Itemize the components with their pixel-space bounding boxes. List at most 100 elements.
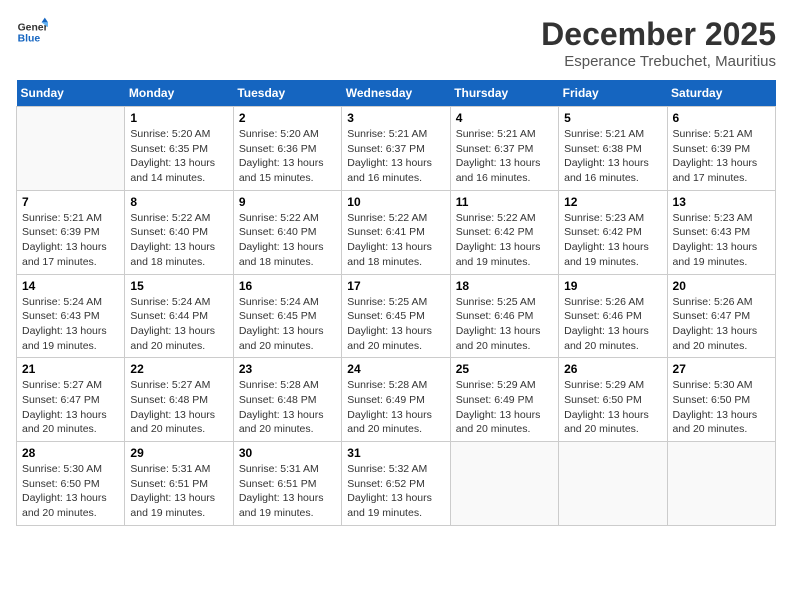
calendar-cell: 3 Sunrise: 5:21 AM Sunset: 6:37 PM Daylig…: [342, 107, 450, 191]
calendar-cell: 4 Sunrise: 5:21 AM Sunset: 6:37 PM Daylig…: [450, 107, 558, 191]
weekday-header-wednesday: Wednesday: [342, 80, 450, 107]
weekday-header-sunday: Sunday: [17, 80, 125, 107]
weekday-header-friday: Friday: [559, 80, 667, 107]
day-info: Sunrise: 5:27 AM Sunset: 6:47 PM Dayligh…: [22, 378, 119, 437]
week-row-5: 28Sunrise: 5:30 AM Sunset: 6:50 PM Dayli…: [17, 442, 776, 526]
day-info: Sunrise: 5:32 AM Sunset: 6:52 PM Dayligh…: [347, 462, 444, 521]
logo: General Blue: [16, 16, 48, 48]
day-number: 25: [456, 362, 553, 376]
day-number: 15: [130, 279, 227, 293]
day-number: 9: [239, 195, 336, 209]
day-number: 20: [673, 279, 770, 293]
day-info: Sunrise: 5:22 AM Sunset: 6:42 PM Dayligh…: [456, 211, 553, 270]
calendar-cell: 16Sunrise: 5:24 AM Sunset: 6:45 PM Dayli…: [233, 274, 341, 358]
weekday-header-saturday: Saturday: [667, 80, 775, 107]
calendar-cell: 29 Sunrise: 5:31 AM Sunset: 6:51 PM Dayli…: [125, 442, 233, 526]
day-info: Sunrise: 5:28 AM Sunset: 6:49 PM Dayligh…: [347, 378, 444, 437]
day-number: 3: [347, 111, 444, 125]
day-info: Sunrise: 5:26 AM Sunset: 6:46 PM Dayligh…: [564, 295, 661, 354]
day-info: Sunrise: 5:30 AM Sunset: 6:50 PM Dayligh…: [673, 378, 770, 437]
day-number: 21: [22, 362, 119, 376]
calendar-cell: 12Sunrise: 5:23 AM Sunset: 6:42 PM Dayli…: [559, 190, 667, 274]
day-info: Sunrise: 5:21 AM Sunset: 6:37 PM Dayligh…: [347, 127, 444, 186]
day-number: 29: [130, 446, 227, 460]
day-info: Sunrise: 5:24 AM Sunset: 6:43 PM Dayligh…: [22, 295, 119, 354]
calendar-cell: 24 Sunrise: 5:28 AM Sunset: 6:49 PM Dayli…: [342, 358, 450, 442]
calendar-cell: 14 Sunrise: 5:24 AM Sunset: 6:43 PM Dayli…: [17, 274, 125, 358]
day-number: 27: [673, 362, 770, 376]
calendar-cell: 27 Sunrise: 5:30 AM Sunset: 6:50 PM Dayli…: [667, 358, 775, 442]
calendar-cell: 21 Sunrise: 5:27 AM Sunset: 6:47 PM Dayli…: [17, 358, 125, 442]
calendar-cell: 5Sunrise: 5:21 AM Sunset: 6:38 PM Daylig…: [559, 107, 667, 191]
day-number: 13: [673, 195, 770, 209]
calendar-cell: 30 Sunrise: 5:31 AM Sunset: 6:51 PM Dayli…: [233, 442, 341, 526]
logo-icon: General Blue: [16, 16, 48, 48]
day-info: Sunrise: 5:26 AM Sunset: 6:47 PM Dayligh…: [673, 295, 770, 354]
calendar-cell: 7 Sunrise: 5:21 AM Sunset: 6:39 PM Daylig…: [17, 190, 125, 274]
day-info: Sunrise: 5:23 AM Sunset: 6:42 PM Dayligh…: [564, 211, 661, 270]
day-number: 6: [673, 111, 770, 125]
week-row-4: 21 Sunrise: 5:27 AM Sunset: 6:47 PM Dayli…: [17, 358, 776, 442]
day-number: 28: [22, 446, 119, 460]
weekday-header-thursday: Thursday: [450, 80, 558, 107]
day-info: Sunrise: 5:24 AM Sunset: 6:44 PM Dayligh…: [130, 295, 227, 354]
day-info: Sunrise: 5:31 AM Sunset: 6:51 PM Dayligh…: [239, 462, 336, 521]
day-number: 19: [564, 279, 661, 293]
location-subtitle: Esperance Trebuchet, Mauritius: [541, 53, 776, 70]
day-number: 22: [130, 362, 227, 376]
calendar-table: SundayMondayTuesdayWednesdayThursdayFrid…: [16, 80, 776, 526]
day-info: Sunrise: 5:28 AM Sunset: 6:48 PM Dayligh…: [239, 378, 336, 437]
calendar-cell: [559, 442, 667, 526]
day-number: 31: [347, 446, 444, 460]
day-info: Sunrise: 5:31 AM Sunset: 6:51 PM Dayligh…: [130, 462, 227, 521]
day-info: Sunrise: 5:29 AM Sunset: 6:49 PM Dayligh…: [456, 378, 553, 437]
calendar-cell: 6Sunrise: 5:21 AM Sunset: 6:39 PM Daylig…: [667, 107, 775, 191]
calendar-cell: 17 Sunrise: 5:25 AM Sunset: 6:45 PM Dayli…: [342, 274, 450, 358]
month-title: December 2025: [541, 16, 776, 53]
day-info: Sunrise: 5:24 AM Sunset: 6:45 PM Dayligh…: [239, 295, 336, 354]
calendar-cell: [667, 442, 775, 526]
calendar-cell: 31 Sunrise: 5:32 AM Sunset: 6:52 PM Dayli…: [342, 442, 450, 526]
day-number: 11: [456, 195, 553, 209]
day-info: Sunrise: 5:25 AM Sunset: 6:46 PM Dayligh…: [456, 295, 553, 354]
day-info: Sunrise: 5:22 AM Sunset: 6:40 PM Dayligh…: [130, 211, 227, 270]
day-number: 7: [22, 195, 119, 209]
day-number: 14: [22, 279, 119, 293]
title-area: December 2025 Esperance Trebuchet, Mauri…: [541, 16, 776, 70]
calendar-cell: 22Sunrise: 5:27 AM Sunset: 6:48 PM Dayli…: [125, 358, 233, 442]
calendar-cell: 1Sunrise: 5:20 AM Sunset: 6:35 PM Daylig…: [125, 107, 233, 191]
week-row-1: 1Sunrise: 5:20 AM Sunset: 6:35 PM Daylig…: [17, 107, 776, 191]
day-info: Sunrise: 5:25 AM Sunset: 6:45 PM Dayligh…: [347, 295, 444, 354]
calendar-cell: 25 Sunrise: 5:29 AM Sunset: 6:49 PM Dayli…: [450, 358, 558, 442]
svg-text:Blue: Blue: [18, 34, 41, 45]
calendar-cell: 20 Sunrise: 5:26 AM Sunset: 6:47 PM Dayli…: [667, 274, 775, 358]
day-info: Sunrise: 5:29 AM Sunset: 6:50 PM Dayligh…: [564, 378, 661, 437]
day-number: 17: [347, 279, 444, 293]
day-info: Sunrise: 5:22 AM Sunset: 6:41 PM Dayligh…: [347, 211, 444, 270]
day-number: 5: [564, 111, 661, 125]
day-info: Sunrise: 5:21 AM Sunset: 6:39 PM Dayligh…: [22, 211, 119, 270]
day-number: 1: [130, 111, 227, 125]
day-number: 4: [456, 111, 553, 125]
day-number: 30: [239, 446, 336, 460]
calendar-cell: 8 Sunrise: 5:22 AM Sunset: 6:40 PM Daylig…: [125, 190, 233, 274]
calendar-cell: 23Sunrise: 5:28 AM Sunset: 6:48 PM Dayli…: [233, 358, 341, 442]
calendar-cell: 15 Sunrise: 5:24 AM Sunset: 6:44 PM Dayli…: [125, 274, 233, 358]
calendar-cell: [450, 442, 558, 526]
calendar-body: 1Sunrise: 5:20 AM Sunset: 6:35 PM Daylig…: [17, 107, 776, 526]
day-info: Sunrise: 5:21 AM Sunset: 6:37 PM Dayligh…: [456, 127, 553, 186]
day-info: Sunrise: 5:20 AM Sunset: 6:36 PM Dayligh…: [239, 127, 336, 186]
week-row-2: 7 Sunrise: 5:21 AM Sunset: 6:39 PM Daylig…: [17, 190, 776, 274]
weekday-header-tuesday: Tuesday: [233, 80, 341, 107]
weekday-header-monday: Monday: [125, 80, 233, 107]
calendar-cell: 28Sunrise: 5:30 AM Sunset: 6:50 PM Dayli…: [17, 442, 125, 526]
header: General Blue December 2025 Esperance Tre…: [16, 16, 776, 70]
calendar-cell: 18 Sunrise: 5:25 AM Sunset: 6:46 PM Dayli…: [450, 274, 558, 358]
calendar-cell: 11 Sunrise: 5:22 AM Sunset: 6:42 PM Dayli…: [450, 190, 558, 274]
day-number: 18: [456, 279, 553, 293]
day-info: Sunrise: 5:23 AM Sunset: 6:43 PM Dayligh…: [673, 211, 770, 270]
calendar-cell: [17, 107, 125, 191]
day-number: 8: [130, 195, 227, 209]
calendar-cell: 9Sunrise: 5:22 AM Sunset: 6:40 PM Daylig…: [233, 190, 341, 274]
day-number: 24: [347, 362, 444, 376]
